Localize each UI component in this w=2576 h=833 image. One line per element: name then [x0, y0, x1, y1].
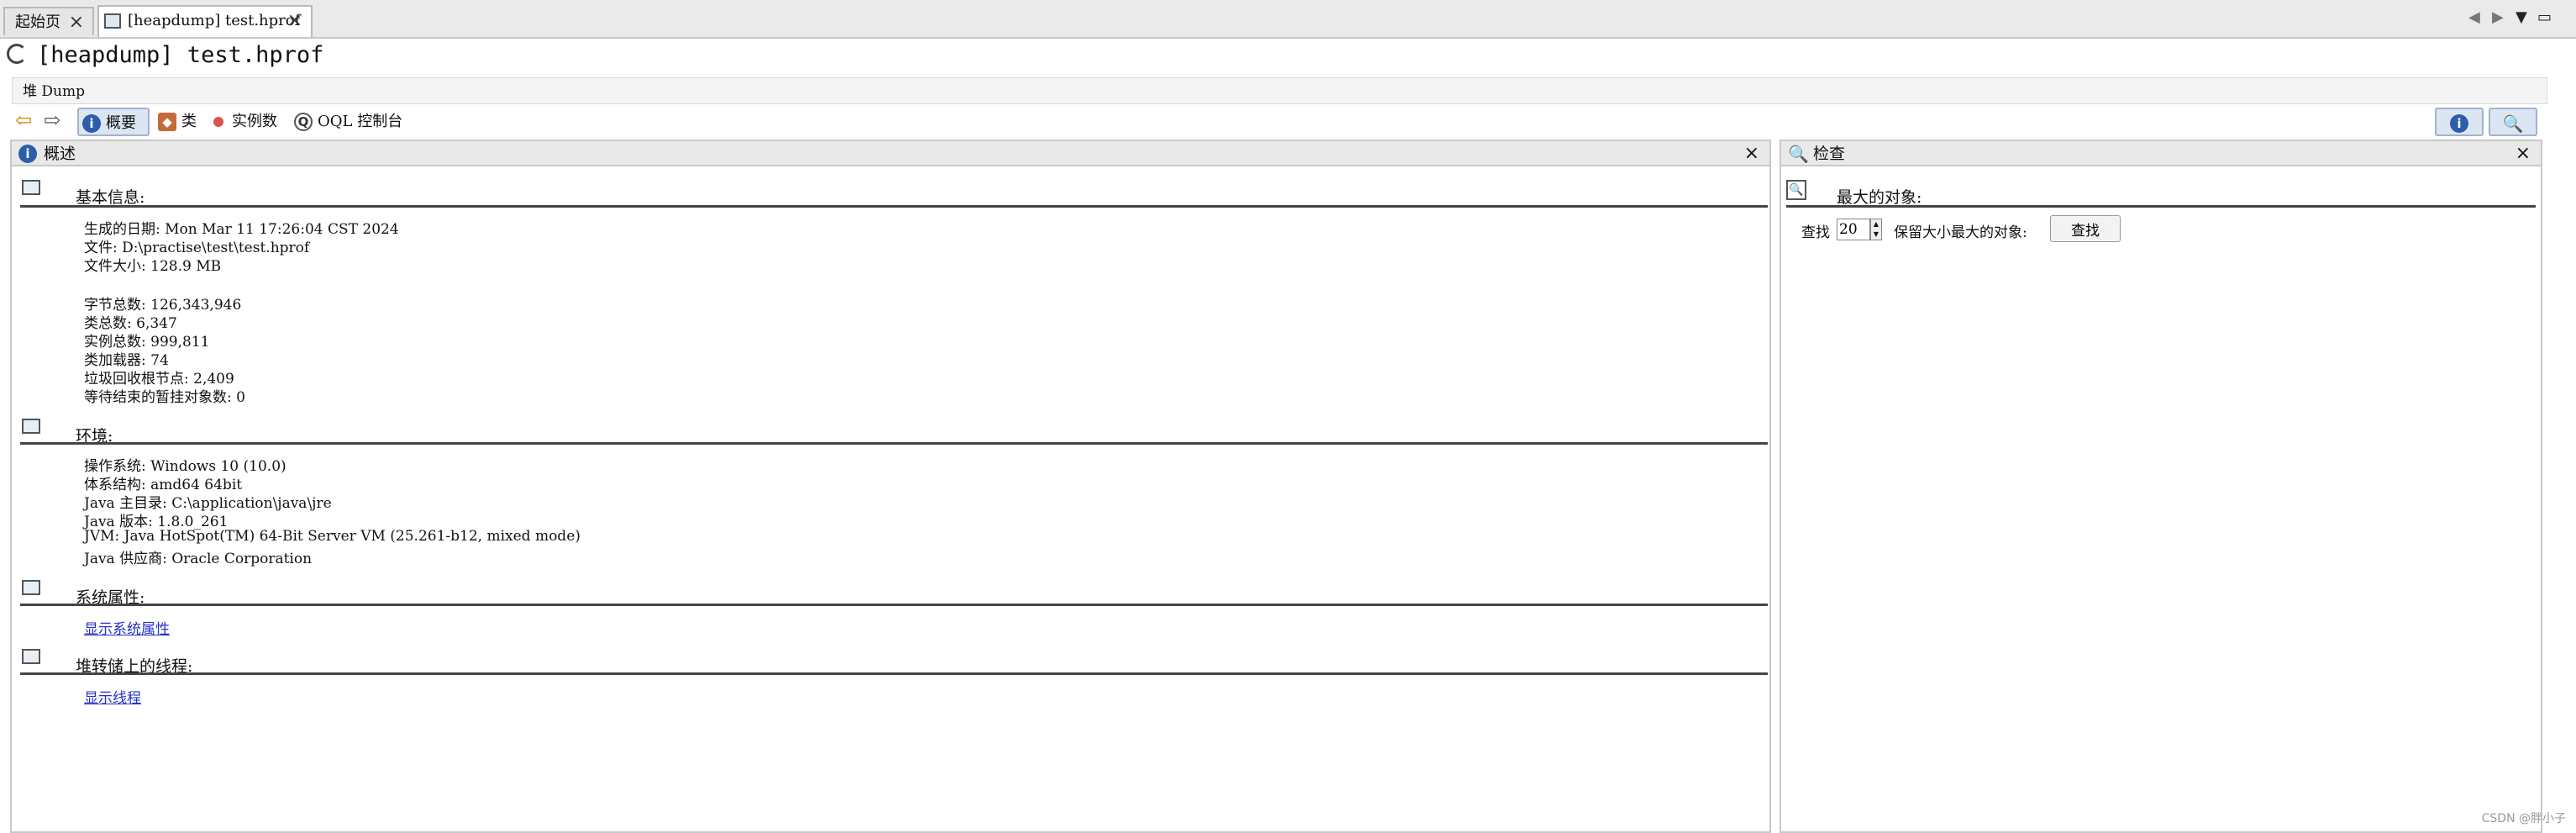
toolbar: ⇦ ⇨ i 概要 ◆ 类 实例数 Q OQL 控制台 i 🔍	[0, 108, 2554, 141]
section-divider	[20, 205, 1768, 208]
tab-label: 起始页	[15, 13, 60, 31]
loading-icon	[7, 44, 27, 64]
close-icon[interactable]: ×	[1744, 141, 1759, 166]
info-icon: i	[2450, 114, 2468, 133]
back-arrow-icon[interactable]: ⇦	[15, 108, 32, 136]
env-line: Java 供应商: Oracle Corporation	[84, 551, 313, 567]
inspect-view-button[interactable]: 🔍	[2489, 108, 2537, 136]
tab-start-page[interactable]: 起始页 ×	[3, 7, 94, 35]
count-stepper[interactable]: ▲ ▼	[1870, 219, 1882, 240]
section-divider	[1786, 205, 2536, 208]
search-icon: 🔍	[2502, 113, 2524, 134]
overview-title: 概述	[44, 145, 76, 163]
overview-panel: i 概述 × 基本信息: 生成的日期: Mon Mar 11 17:26:04 …	[10, 140, 1771, 833]
find-button[interactable]: 查找	[2050, 215, 2121, 242]
inspect-header: 🔍 检查 ×	[1781, 141, 2541, 166]
show-threads-link[interactable]: 显示线程	[84, 686, 141, 707]
system-properties-icon	[22, 580, 40, 595]
retained-size-label: 保留大小最大的对象:	[1894, 224, 2027, 241]
basic-info-icon	[22, 180, 40, 195]
forward-arrow-icon[interactable]: ⇨	[44, 108, 60, 136]
close-icon[interactable]: ×	[287, 7, 302, 35]
instances-button[interactable]: 实例数	[210, 108, 277, 136]
breadcrumb: 堆 Dump	[12, 77, 2547, 104]
scroll-right-icon[interactable]: ▶	[2492, 8, 2504, 26]
oql-icon: Q	[294, 113, 313, 131]
show-system-properties-link[interactable]: 显示系统属性	[84, 617, 170, 638]
object-count-input[interactable]	[1837, 219, 1870, 240]
info-line: 等待结束的暂挂对象数: 0	[84, 389, 245, 406]
section-divider	[20, 604, 1768, 606]
maximize-icon[interactable]: ▭	[2537, 8, 2552, 26]
tab-label: [heapdump] test.hprof	[128, 12, 301, 29]
close-icon[interactable]: ×	[2516, 141, 2531, 166]
tab-strip: 起始页 × [heapdump] test.hprof × ◀ ▶ ▼ ▭	[0, 0, 2576, 39]
summary-label: 概要	[106, 114, 136, 132]
classes-label: 类	[181, 113, 197, 130]
summary-button[interactable]: i 概要	[77, 108, 150, 136]
inspect-title: 检查	[1813, 145, 1846, 163]
dropdown-icon[interactable]: ▼	[2516, 8, 2527, 26]
watermark: CSDN @胖小子	[2481, 812, 2566, 825]
heapdump-icon	[104, 13, 121, 29]
find-label: 查找	[1801, 224, 1830, 241]
oql-console-button[interactable]: Q OQL 控制台	[291, 108, 402, 136]
info-view-button[interactable]: i	[2435, 108, 2484, 136]
inspect-panel: 🔍 检查 × 🔍 最大的对象: 查找 ▲▼ 保留大小最大的对象: 查找	[1780, 140, 2542, 833]
biggest-objects-title: 最大的对象:	[1837, 188, 1922, 207]
instances-icon	[213, 117, 223, 127]
page-title: [heapdump] test.hprof	[37, 42, 324, 68]
overview-header: i 概述 ×	[12, 141, 1769, 166]
magnifier-icon: 🔍	[1786, 180, 1806, 200]
threads-icon	[22, 649, 40, 664]
info-icon: i	[82, 114, 101, 133]
environment-icon	[22, 419, 40, 434]
section-divider	[20, 672, 1768, 675]
close-icon[interactable]: ×	[69, 8, 84, 37]
scroll-left-icon[interactable]: ◀	[2468, 8, 2480, 26]
search-icon: 🔍	[1788, 144, 1809, 164]
classes-button[interactable]: ◆ 类	[155, 108, 197, 136]
instances-label: 实例数	[232, 113, 277, 130]
section-divider	[20, 442, 1768, 445]
oql-label: OQL 控制台	[318, 113, 403, 130]
basic-info-title: 基本信息:	[76, 188, 145, 207]
info-icon: i	[18, 145, 37, 163]
classes-icon: ◆	[158, 113, 176, 131]
env-line: JVM: Java HotSpot(TM) 64-Bit Server VM (…	[84, 528, 581, 545]
tab-heapdump[interactable]: [heapdump] test.hprof ×	[97, 5, 313, 37]
info-line: 文件大小: 128.9 MB	[84, 258, 222, 275]
